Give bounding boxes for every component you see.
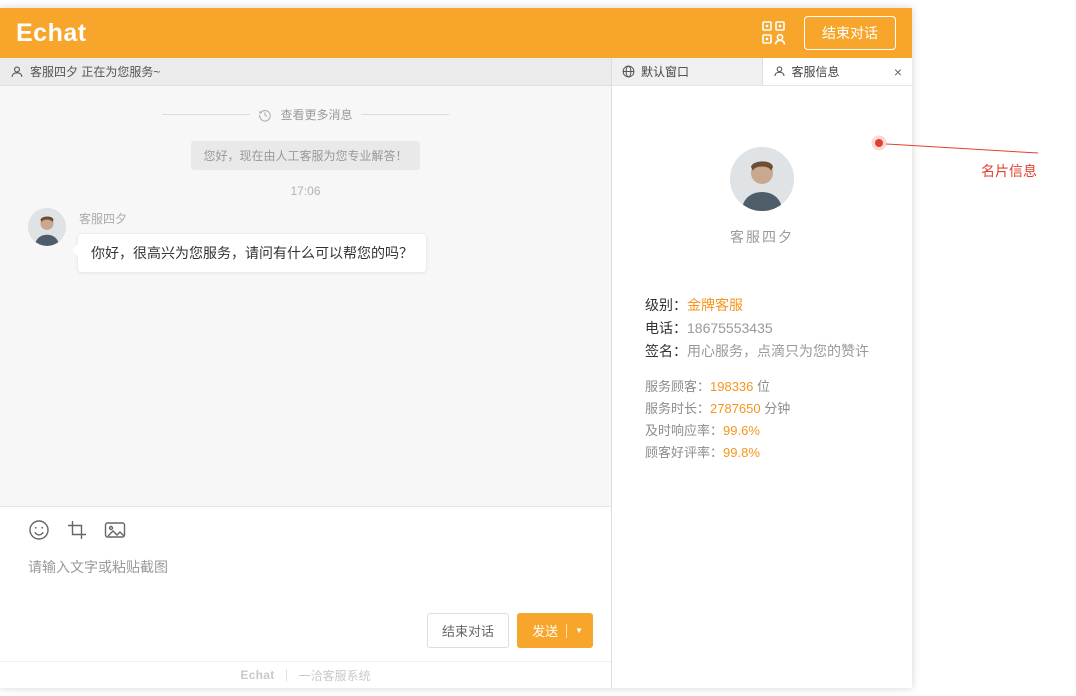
load-more-label: 查看更多消息: [280, 108, 353, 122]
stat-label: 及时响应率：: [645, 423, 724, 438]
chat-status-text: 客服四夕 正在为您服务~: [30, 65, 161, 79]
send-label: 发送: [532, 624, 559, 639]
person-icon: [773, 65, 786, 78]
stat-label: 顾客好评率：: [645, 445, 724, 460]
stat-row: 顾客好评率：99.8%: [645, 442, 912, 464]
header-actions: 结束对话: [761, 16, 896, 50]
info-row: 级别：金牌客服: [645, 294, 912, 317]
info-label: 电话：: [645, 320, 687, 336]
agent-icon: [10, 65, 24, 79]
stat-value: 198336: [710, 379, 754, 394]
echat-logo: Echat: [16, 18, 87, 47]
send-divider: [566, 623, 568, 638]
history-clock-icon: [258, 108, 272, 122]
info-row: 电话：18675553435: [645, 317, 912, 340]
stat-suffix: 分钟: [760, 401, 791, 416]
agent-card: 客服四夕 级别：金牌客服 电话：18675553435 签名：用心服务，点滴只为…: [612, 86, 912, 464]
stat-value: 99.8%: [723, 445, 760, 460]
composer-actions: 结束对话 发送 ▼: [427, 613, 593, 648]
stat-row: 服务时长：2787650 分钟: [645, 398, 912, 420]
footer-divider: ｜: [280, 668, 293, 683]
smiley-icon[interactable]: [28, 519, 50, 541]
stat-suffix: 位: [753, 379, 771, 394]
info-value: 用心服务，点滴只为您的赞许: [687, 343, 869, 359]
tab-label: 客服信息: [791, 65, 840, 79]
send-dropdown-icon[interactable]: ▼: [575, 626, 583, 635]
info-label: 签名：: [645, 343, 687, 359]
load-more-messages[interactable]: 查看更多消息: [0, 106, 611, 123]
composer-toolbar: [28, 519, 595, 541]
message-sender: 客服四夕: [79, 212, 128, 226]
composer: 请输入文字或粘贴截图 结束对话 发送 ▼: [0, 506, 611, 661]
info-pane: 默认窗口 客服信息 × 客服四夕 级别：金牌客服 电话：18675553435 …: [612, 58, 912, 688]
stat-label: 服务顾客：: [645, 379, 711, 394]
message-timestamp: 17:06: [290, 184, 321, 198]
system-message-text: 您好，现在由人工客服为您专业解答！: [191, 141, 420, 170]
main-area: 客服四夕 正在为您服务~ 查看更多消息 您好，现在由人工客服为您专业解答！ 17…: [0, 58, 912, 688]
info-value: 金牌客服: [687, 297, 743, 313]
app-window: Echat 结束对话 客服四夕 正在为您服务~ 查看更多消息 您好，现在由人工客…: [0, 8, 912, 688]
chat-footer: Echat ｜ 一洽客服系统: [0, 661, 611, 688]
message-row: 客服四夕 你好，很高兴为您服务，请问有什么可以帮您的吗？: [0, 198, 611, 273]
divider-line: [360, 114, 449, 115]
panel-tabs: 默认窗口 客服信息 ×: [612, 58, 912, 86]
system-message: 您好，现在由人工客服为您专业解答！: [0, 141, 611, 170]
footer-name: 一洽客服系统: [298, 668, 371, 683]
agent-name: 客服四夕: [730, 229, 794, 245]
message-input[interactable]: 请输入文字或粘贴截图: [28, 557, 595, 577]
stat-row: 服务顾客：198336 位: [645, 376, 912, 398]
send-button[interactable]: 发送 ▼: [517, 613, 593, 648]
chat-status-bar: 客服四夕 正在为您服务~: [0, 58, 611, 86]
stat-label: 服务时长：: [645, 401, 711, 416]
qr-contact-icon[interactable]: [761, 20, 788, 47]
divider-line: [162, 114, 251, 115]
info-row: 签名：用心服务，点滴只为您的赞许: [645, 340, 912, 363]
app-header: Echat 结束对话: [0, 8, 912, 58]
stat-value: 99.6%: [723, 423, 760, 438]
message-bubble: 你好，很高兴为您服务，请问有什么可以帮您的吗？: [72, 233, 427, 273]
info-label: 级别：: [645, 297, 687, 313]
end-chat-button[interactable]: 结束对话: [427, 613, 510, 648]
tab-default-window[interactable]: 默认窗口: [612, 58, 763, 85]
picture-icon[interactable]: [104, 520, 126, 540]
end-chat-header-button[interactable]: 结束对话: [804, 16, 896, 50]
callout-label: 名片信息: [981, 163, 1037, 179]
message-list: 查看更多消息 您好，现在由人工客服为您专业解答！ 17:06 客服四夕 你好，很…: [0, 86, 611, 506]
info-value: 18675553435: [687, 320, 773, 336]
message-body: 客服四夕 你好，很高兴为您服务，请问有什么可以帮您的吗？: [72, 208, 427, 273]
agent-avatar-large: [730, 147, 794, 211]
globe-icon: [622, 65, 635, 78]
stage: Echat 结束对话 客服四夕 正在为您服务~ 查看更多消息 您好，现在由人工客…: [0, 0, 1076, 696]
tab-label: 默认窗口: [641, 65, 690, 79]
agent-stats-group: 服务顾客：198336 位 服务时长：2787650 分钟 及时响应率：99.6…: [645, 376, 912, 464]
footer-brand: Echat: [240, 668, 275, 682]
tab-agent-info[interactable]: 客服信息: [762, 58, 912, 85]
chat-pane: 客服四夕 正在为您服务~ 查看更多消息 您好，现在由人工客服为您专业解答！ 17…: [0, 58, 612, 688]
agent-avatar: [28, 208, 66, 246]
stat-value: 2787650: [710, 401, 761, 416]
stat-row: 及时响应率：99.6%: [645, 420, 912, 442]
close-icon[interactable]: ×: [894, 65, 902, 79]
crop-icon[interactable]: [67, 520, 87, 540]
agent-info-group: 级别：金牌客服 电话：18675553435 签名：用心服务，点滴只为您的赞许: [645, 294, 912, 363]
